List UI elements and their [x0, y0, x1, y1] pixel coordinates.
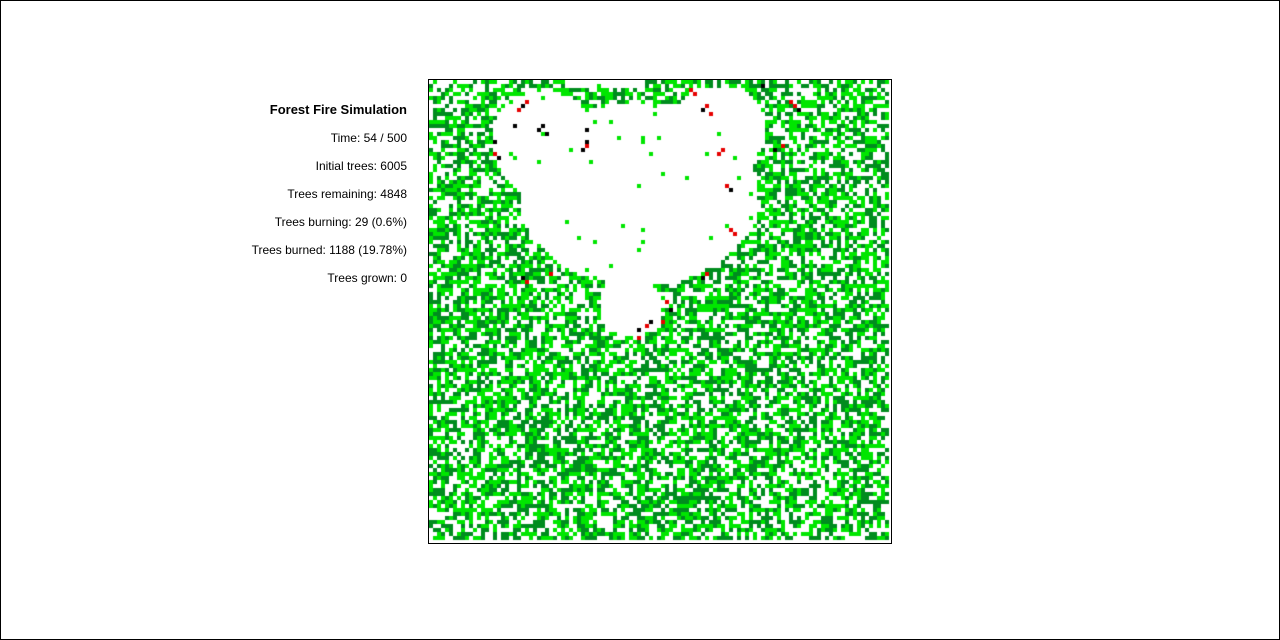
- forest-canvas: [429, 80, 891, 543]
- simulation-window: Forest Fire Simulation Time: 54 / 500 In…: [0, 0, 1280, 640]
- trees-remaining-stat: Trees remaining: 4848: [287, 187, 407, 201]
- trees-burning-stat: Trees burning: 29 (0.6%): [274, 215, 407, 229]
- forest-grid: [428, 79, 892, 544]
- stats-panel: Forest Fire Simulation Time: 54 / 500 In…: [151, 101, 407, 297]
- time-stat: Time: 54 / 500: [330, 131, 407, 145]
- initial-trees-stat: Initial trees: 6005: [315, 159, 407, 173]
- page-title: Forest Fire Simulation: [269, 102, 407, 117]
- trees-grown-stat: Trees grown: 0: [327, 271, 407, 285]
- trees-burned-stat: Trees burned: 1188 (19.78%): [251, 243, 407, 257]
